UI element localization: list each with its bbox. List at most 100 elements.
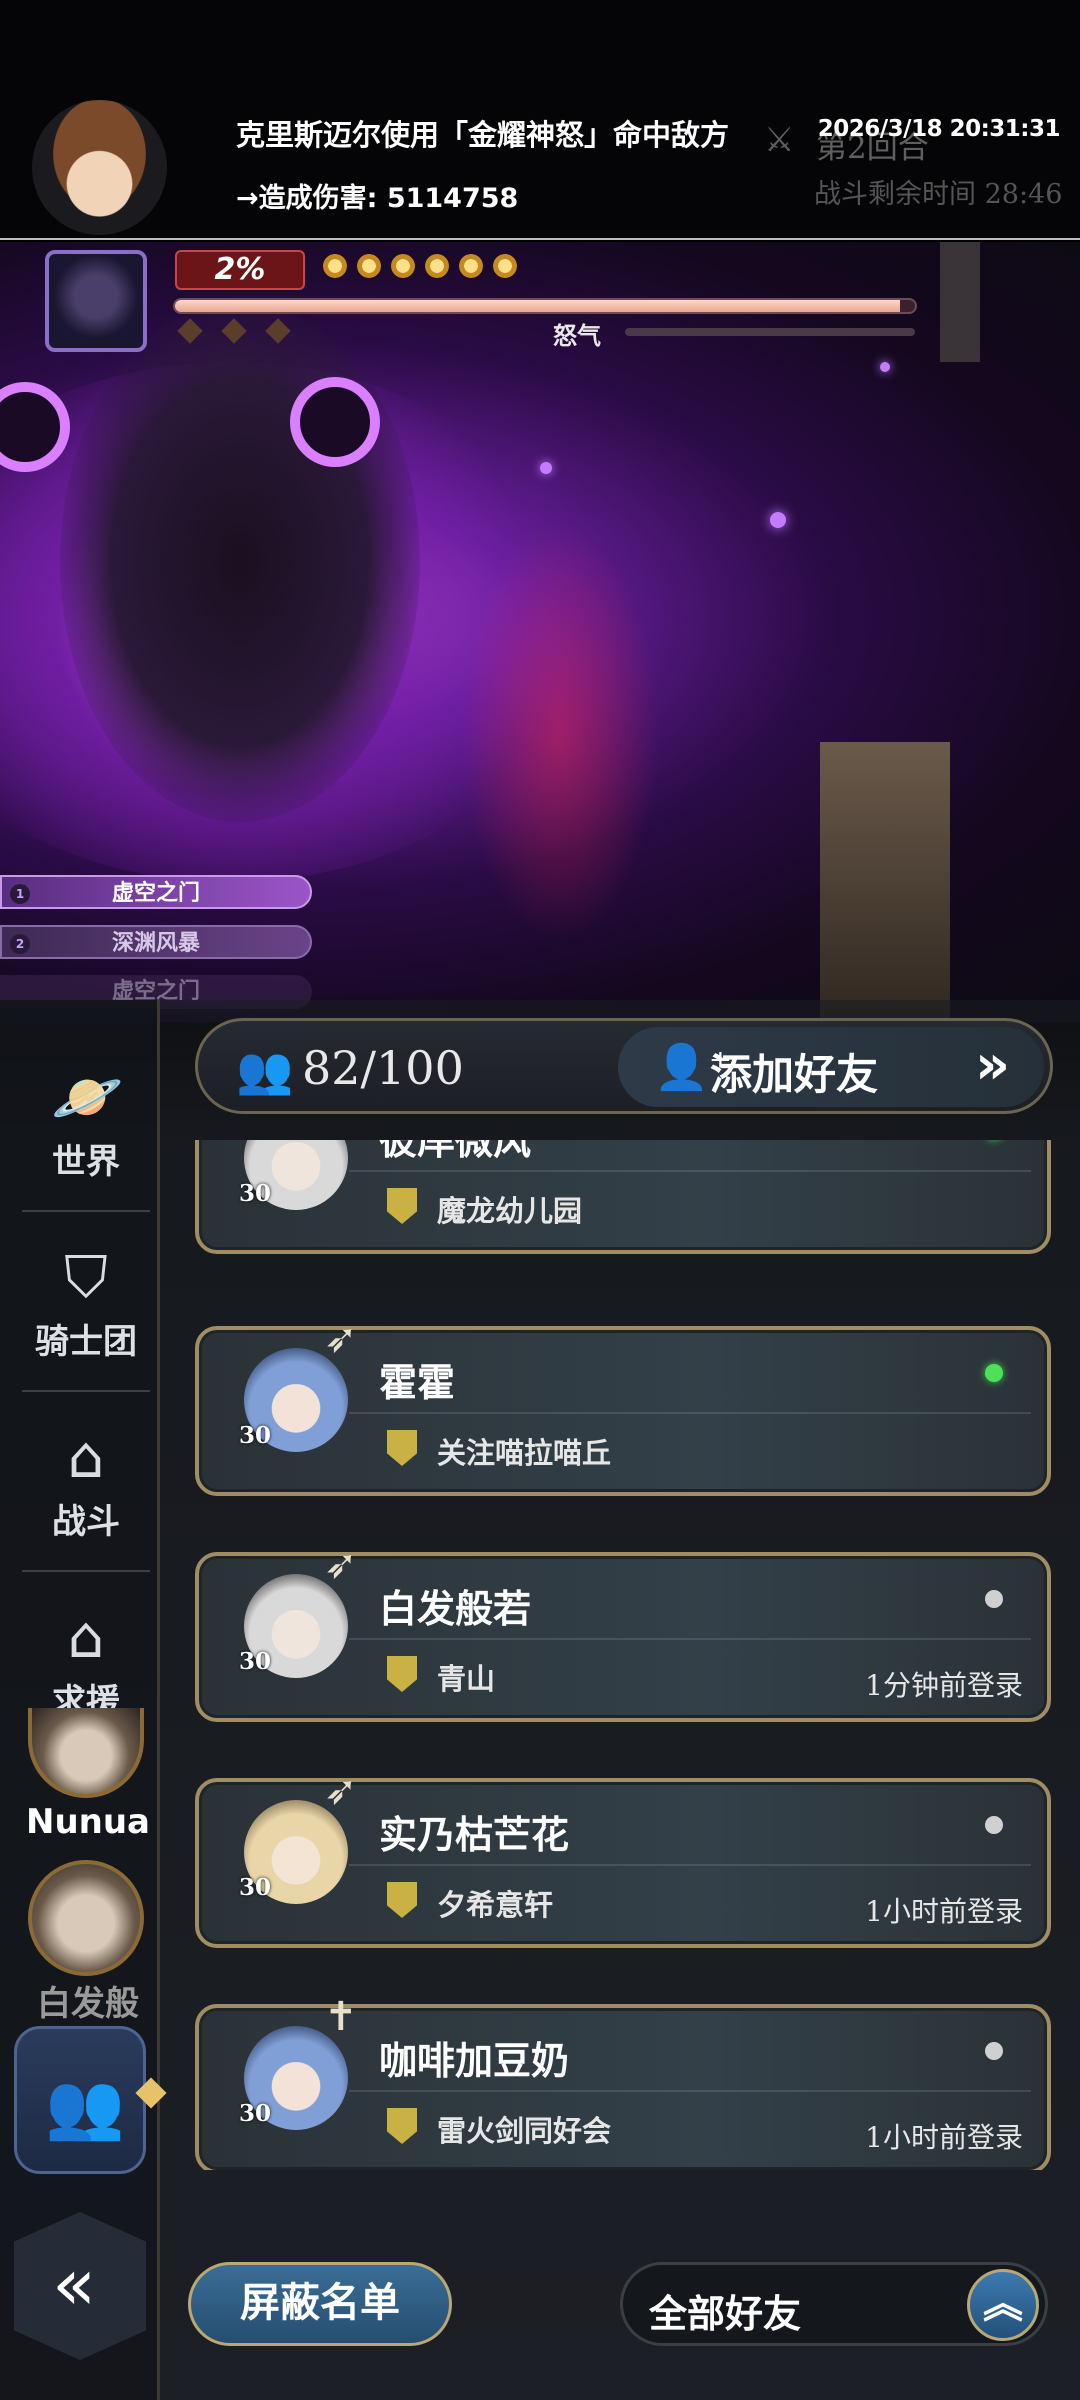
friend-shortcut-avatar[interactable]: [28, 1860, 144, 1976]
guild-emblem-icon: [387, 1882, 417, 1918]
offline-status-dot: [985, 1816, 1003, 1834]
timestamp: 2026/3/18 20:31:31: [817, 116, 1061, 142]
rage-point-icon: [459, 254, 483, 278]
card-divider: [349, 1864, 1031, 1866]
friend-filter-select[interactable]: 全部好友 ︽: [620, 2262, 1048, 2346]
card-divider: [349, 1412, 1031, 1414]
friend-card[interactable]: ➶ 30 白发般若 青山 1分钟前登录: [195, 1542, 1051, 1722]
double-chevron-right-icon: »: [975, 1033, 1010, 1096]
guild-emblem-icon: [387, 2108, 417, 2144]
collapse-button[interactable]: «: [14, 2212, 146, 2360]
rage-point-icon: [425, 254, 449, 278]
boss-skill-chip: 1 虚空之门: [0, 875, 312, 909]
crossed-swords-icon: ⚔: [764, 120, 795, 160]
rage-bar: [625, 328, 915, 336]
friend-level: 30: [239, 1422, 272, 1449]
offline-status-dot: [985, 2042, 1003, 2060]
friend-count: 82/100: [302, 1041, 464, 1095]
add-friend-button[interactable]: 👤⁺ 添加好友 »: [618, 1027, 1044, 1107]
filter-value: 全部好友: [649, 2292, 802, 2336]
friend-shortcut-name: 白发般: [37, 1984, 139, 2024]
friend-guild: 关注喵拉喵丘: [437, 1436, 612, 1470]
skill-icon: 2: [10, 934, 30, 954]
boss-hp-fill: [175, 300, 901, 312]
friend-name: 霍霍: [379, 1361, 456, 1405]
friend-level: 30: [239, 1874, 272, 1901]
boss-skill-chip: 2 深渊风暴: [0, 925, 312, 959]
card-divider: [349, 1638, 1031, 1640]
battle-log-banner: 克里斯迈尔使用「金耀神怒」命中敌方 →造成伤害: 5114758 ⚔ 第2回合 …: [0, 0, 1080, 240]
house-icon: ⌂: [67, 1603, 105, 1671]
block-list-button[interactable]: 屏蔽名单: [188, 2262, 452, 2346]
skill-icon: 1: [10, 884, 30, 904]
last-login-time: 1小时前登录: [865, 2121, 1023, 2154]
rage-point-icon: [357, 254, 381, 278]
add-friend-label: 添加好友: [710, 1050, 879, 1099]
online-status-dot: [985, 1364, 1003, 1382]
sidebar-item-label: 骑士团: [35, 1322, 137, 1362]
boss-eye-right: [290, 377, 380, 467]
boss-hp-bar: [173, 298, 917, 314]
wing-decoration-icon: ➶: [324, 1542, 358, 1588]
friend-count-bar: 👥 82/100 👤⁺ 添加好友 »: [195, 1018, 1053, 1114]
friend-list[interactable]: 30 彼岸微风 魔龙幼儿园 ➶ 30 霍霍 关注喵拉喵丘 ➶ 30 白发般若 青…: [195, 1140, 1055, 2170]
boss-silhouette: [60, 302, 420, 822]
boss-hp-percent: 2%: [175, 250, 305, 290]
red-energy-trail: [460, 522, 660, 942]
hero-avatar: [32, 100, 167, 235]
friend-shortcut-name: Nunua: [25, 1802, 150, 1842]
sidebar-item-world[interactable]: 🪐 世界: [22, 1032, 150, 1212]
friend-card[interactable]: 30 彼岸微风 魔龙幼儿园: [195, 1140, 1051, 1254]
card-divider: [349, 2090, 1031, 2092]
rage-label: 怒气: [553, 322, 601, 350]
battle-log-line1: 克里斯迈尔使用「金耀神怒」命中敌方: [236, 118, 730, 152]
friend-guild: 魔龙幼儿园: [437, 1194, 583, 1228]
stone-spire: [940, 242, 980, 362]
chevron-left-icon: «: [52, 2242, 97, 2326]
friend-card[interactable]: ➶ 30 实乃枯芒花 夕希意轩 1小时前登录: [195, 1768, 1051, 1948]
rage-point-icon: [391, 254, 415, 278]
friend-name: 实乃枯芒花: [379, 1813, 570, 1857]
friend-level: 30: [239, 1648, 272, 1675]
planet-icon: 🪐: [51, 1063, 124, 1131]
friend-card[interactable]: ✝ 30 咖啡加豆奶 雷火剑同好会 1小时前登录: [195, 1994, 1051, 2170]
wing-decoration-icon: ➶: [324, 1768, 358, 1814]
friend-card[interactable]: ➶ 30 霍霍 关注喵拉喵丘: [195, 1316, 1051, 1496]
house-icon: ⌂: [67, 1423, 105, 1491]
friend-name: 白发般若: [379, 1587, 532, 1631]
battle-remaining-time: 战斗剩余时间 28:46: [814, 179, 1063, 210]
skill-label: 虚空之门: [111, 881, 200, 906]
friend-guild: 夕希意轩: [437, 1888, 554, 1922]
sidebar-item-battle[interactable]: ⌂ 战斗: [22, 1392, 150, 1572]
sparkle: [540, 462, 552, 474]
last-login-time: 1分钟前登录: [865, 1669, 1023, 1702]
friend-name: 彼岸微风: [379, 1140, 532, 1163]
battle-log-line2: →造成伤害: 5114758: [236, 183, 519, 214]
friend-list-icon: 👥: [45, 2070, 125, 2144]
people-icon: 👥: [236, 1043, 294, 1097]
friend-guild: 青山: [437, 1662, 496, 1696]
sidebar-item-label: 世界: [52, 1142, 120, 1182]
last-login-time: 1小时前登录: [865, 1895, 1023, 1928]
stone-pillar: [820, 742, 950, 1022]
guild-emblem-icon: [387, 1656, 417, 1692]
friend-guild: 雷火剑同好会: [437, 2114, 612, 2148]
friend-level: 30: [239, 1180, 272, 1207]
rage-point-icon: [323, 254, 347, 278]
sparkle: [770, 512, 786, 528]
sidebar-item-knights[interactable]: ⛉ 骑士团: [22, 1212, 150, 1392]
sidebar: 🪐 世界 ⛉ 骑士团 ⌂ 战斗 ⌂ 求援: [0, 1000, 160, 2400]
friend-level: 30: [239, 2100, 272, 2127]
offline-status-dot: [985, 1590, 1003, 1608]
sidebar-item-label: 战斗: [52, 1502, 120, 1542]
skill-label: 深渊风暴: [111, 931, 200, 956]
guild-emblem-icon: [387, 1188, 417, 1224]
card-divider: [349, 1170, 1031, 1172]
chevron-up-icon[interactable]: ︽: [967, 2269, 1039, 2341]
wing-decoration-icon: ➶: [324, 1316, 358, 1362]
guild-emblem-icon: [387, 1430, 417, 1466]
cross-decoration-icon: ✝: [324, 1994, 358, 2040]
sparkle: [880, 362, 890, 372]
friend-name: 咖啡加豆奶: [379, 2039, 570, 2083]
sidebar-item-friends[interactable]: 👥: [14, 2026, 146, 2174]
